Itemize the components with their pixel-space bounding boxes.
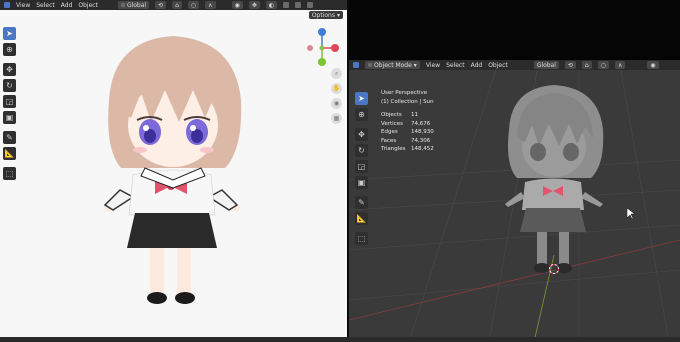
transform-tool-icon[interactable]: ▣	[3, 111, 16, 124]
menu-object-right[interactable]: Object	[488, 62, 508, 69]
visibility-dropdown[interactable]: ◉	[231, 1, 243, 9]
editor-type-icon-right[interactable]	[353, 62, 359, 68]
menu-view-right[interactable]: View	[426, 62, 440, 69]
rotate-tool-icon[interactable]: ↻	[3, 79, 16, 92]
measure-tool-icon[interactable]: 📐	[3, 147, 16, 160]
character-solid-render	[505, 85, 604, 273]
z-axis-handle	[318, 28, 326, 36]
collection-label: (1) Collection | Sun	[381, 98, 434, 105]
stat-edges: Edges 148,930	[381, 129, 434, 135]
falloff-dropdown-right[interactable]: ∧	[614, 61, 626, 69]
falloff-dropdown[interactable]: ∧	[205, 1, 216, 9]
left-header: View Select Add Object Global ⟲ ⌂ ○ ∧ ◉ …	[0, 0, 347, 10]
select-tool-icon[interactable]: ➤	[3, 27, 16, 40]
orientation-label: Global	[126, 1, 147, 9]
camera-view-icon[interactable]: ◉	[331, 98, 342, 109]
character-toon-render	[103, 36, 242, 304]
stat-faces: Faces 74,306	[381, 137, 431, 144]
annotate-tool-icon-right[interactable]: ✎	[355, 196, 368, 209]
mouse-pointer-icon	[627, 208, 635, 220]
menu-add[interactable]: Add	[61, 2, 73, 9]
x-axis-handle	[331, 44, 339, 52]
pivot-dropdown-right[interactable]: ⟲	[564, 61, 576, 69]
right-options-row	[349, 70, 680, 80]
origin-cursor	[549, 264, 559, 274]
stat-triangles: Triangles 148,452	[381, 146, 434, 152]
transform-tool-icon-right[interactable]: ▣	[355, 176, 368, 189]
cursor-tool-icon-right[interactable]: ⊕	[355, 108, 368, 121]
empty-area	[349, 0, 680, 60]
add-cube-tool-icon[interactable]: ⬚	[3, 167, 16, 180]
perspective-toggle-icon[interactable]: ▦	[331, 113, 342, 124]
menu-object[interactable]: Object	[78, 2, 98, 9]
y-axis-handle	[318, 58, 326, 66]
measure-tool-icon-right[interactable]: 📐	[355, 212, 368, 225]
mode-label: Object Mode	[374, 61, 412, 69]
xray-toggle[interactable]	[283, 2, 290, 8]
menu-select[interactable]: Select	[36, 2, 55, 9]
select-tool-icon-right[interactable]: ➤	[355, 92, 368, 105]
stat-objects: Objects 11	[381, 112, 418, 118]
scale-tool-icon-right[interactable]: ◲	[355, 160, 368, 173]
overlay-toggle[interactable]: ◐	[265, 1, 278, 9]
right-toolbar: ➤ ⊕ ✥ ↻ ◲ ▣ ✎ 📐 ⬚	[355, 92, 368, 245]
zoom-icon[interactable]: ⌕	[331, 68, 342, 79]
menu-select-right[interactable]: Select	[446, 62, 465, 69]
left-toolbar: ➤ ⊕ ✥ ↻ ◲ ▣ ✎ 📐 ⬚	[3, 27, 16, 180]
rotate-tool-icon-right[interactable]: ↻	[355, 144, 368, 157]
right-header: Object Mode ▾ View Select Add Object Glo…	[349, 60, 680, 70]
viewport-stats-overlay: User Perspective (1) Collection | Sun Ob…	[381, 89, 434, 154]
view-name: User Perspective	[381, 90, 428, 96]
status-bar	[0, 337, 680, 342]
scale-tool-icon[interactable]: ◲	[3, 95, 16, 108]
orientation-dropdown[interactable]: Global	[117, 1, 150, 9]
snap-toggle-right[interactable]: ⌂	[581, 61, 592, 69]
move-tool-icon[interactable]: ✥	[3, 63, 16, 76]
shading-solid[interactable]	[307, 2, 314, 8]
snap-toggle[interactable]: ⌂	[172, 1, 182, 9]
proportional-toggle-right[interactable]: ○	[597, 61, 609, 69]
menu-add-right[interactable]: Add	[471, 62, 483, 69]
left-nav-buttons: ⌕ ✋ ◉ ▦	[331, 68, 342, 124]
visibility-dropdown-right[interactable]: ◉	[647, 61, 659, 69]
left-options-row: Options ▾	[0, 10, 347, 20]
mode-icon	[368, 63, 372, 67]
orientation-dropdown-right[interactable]: Global	[533, 61, 559, 69]
mode-dropdown[interactable]: Object Mode ▾	[365, 61, 420, 69]
left-viewport[interactable]: View Select Add Object Global ⟲ ⌂ ○ ∧ ◉ …	[0, 0, 347, 342]
orientation-label-right: Global	[536, 61, 556, 69]
right-viewport[interactable]: Object Mode ▾ View Select Add Object Glo…	[349, 60, 680, 342]
orientation-icon	[120, 3, 125, 7]
add-cube-tool-icon-right[interactable]: ⬚	[355, 232, 368, 245]
annotate-tool-icon[interactable]: ✎	[3, 131, 16, 144]
cursor-tool-icon[interactable]: ⊕	[3, 43, 16, 56]
move-tool-icon-right[interactable]: ✥	[355, 128, 368, 141]
editor-type-icon[interactable]	[4, 2, 10, 8]
pivot-dropdown[interactable]: ⟲	[155, 1, 167, 9]
menu-view[interactable]: View	[16, 2, 30, 9]
stat-vertices: Vertices 74,676	[381, 120, 431, 127]
gizmo-toggle[interactable]: ✥	[248, 1, 260, 9]
navigation-gizmo[interactable]	[300, 26, 344, 70]
options-label: Options	[311, 11, 335, 19]
proportional-toggle[interactable]: ○	[187, 1, 200, 9]
pan-icon[interactable]: ✋	[331, 83, 342, 94]
options-button[interactable]: Options ▾	[308, 11, 343, 19]
shading-wire[interactable]	[295, 2, 302, 8]
